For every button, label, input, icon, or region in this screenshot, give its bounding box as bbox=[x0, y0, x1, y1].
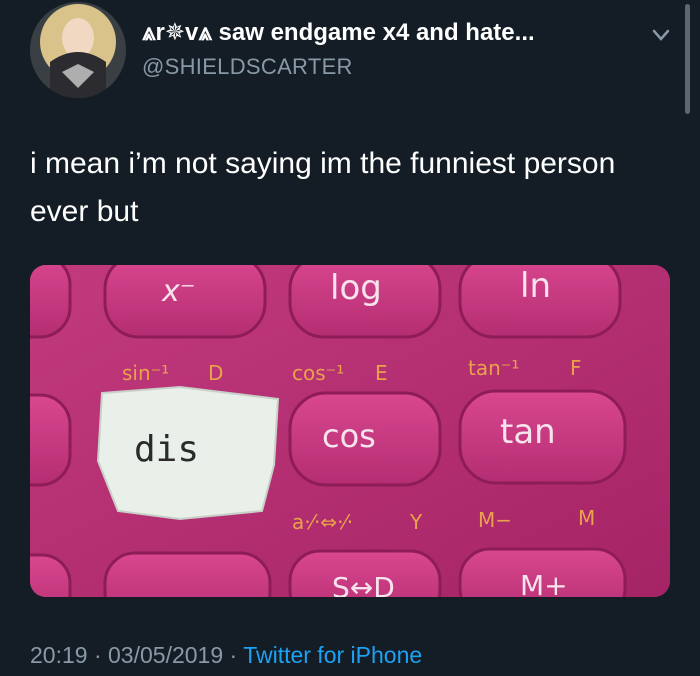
calculator-photo: x⁻ log ln sin⁻¹ D cos⁻¹ E tan⁻¹ F cos ta… bbox=[30, 265, 670, 597]
scrollbar[interactable] bbox=[685, 4, 690, 114]
svg-text:tan⁻¹: tan⁻¹ bbox=[468, 356, 519, 380]
svg-text:M−: M− bbox=[478, 508, 512, 532]
key-x-inverse: x⁻ bbox=[161, 274, 196, 309]
tweet-source-link[interactable]: Twitter for iPhone bbox=[243, 642, 422, 668]
svg-text:a·⁄·⇔·⁄·: a·⁄·⇔·⁄· bbox=[292, 510, 353, 534]
profile-avatar[interactable] bbox=[30, 2, 126, 98]
svg-text:sin⁻¹: sin⁻¹ bbox=[122, 361, 169, 385]
avatar-image bbox=[30, 2, 126, 98]
key-s-to-d: S↔D bbox=[332, 571, 395, 597]
chevron-down-icon[interactable] bbox=[650, 24, 672, 46]
svg-text:cos⁻¹: cos⁻¹ bbox=[292, 361, 344, 385]
key-cos: cos bbox=[322, 417, 376, 455]
key-tan: tan bbox=[500, 412, 556, 452]
svg-text:Y: Y bbox=[409, 510, 423, 534]
svg-text:M: M bbox=[578, 506, 595, 530]
svg-text:F: F bbox=[570, 356, 582, 380]
svg-text:E: E bbox=[375, 361, 388, 385]
key-row-bottom: S↔D M+ bbox=[30, 547, 627, 597]
user-handle[interactable]: @SHIELDSCARTER bbox=[142, 54, 353, 80]
tweet-photo[interactable]: x⁻ log ln sin⁻¹ D cos⁻¹ E tan⁻¹ F cos ta… bbox=[30, 265, 670, 597]
display-name[interactable]: ⩓r✵v⩓ saw endgame x4 and hate... bbox=[142, 18, 535, 47]
paper-note: dis bbox=[96, 385, 280, 521]
svg-text:D: D bbox=[208, 361, 223, 385]
tweet-time[interactable]: 20:19 bbox=[30, 642, 88, 668]
footer-separator: · bbox=[229, 642, 238, 668]
key-ln: ln bbox=[520, 266, 551, 306]
key-row-top: x⁻ log ln bbox=[30, 265, 622, 339]
paper-note-text: dis bbox=[134, 429, 199, 470]
tweet-text: i mean i’m not saying im the funniest pe… bbox=[30, 147, 616, 228]
key-m-plus: M+ bbox=[520, 569, 568, 597]
tweet-date[interactable]: 03/05/2019 bbox=[108, 642, 223, 668]
footer-separator: · bbox=[93, 642, 102, 668]
key-log: log bbox=[330, 268, 382, 308]
tweet-footer: 20:19 · 03/05/2019 · Twitter for iPhone bbox=[30, 642, 422, 669]
